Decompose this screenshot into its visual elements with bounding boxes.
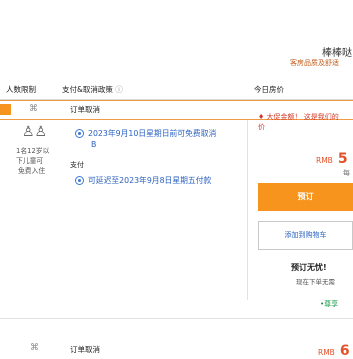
column-payment-policy: 支付&取消政策 ⓘ bbox=[62, 84, 123, 95]
hotel-rating-title: 棒棒哒 bbox=[322, 48, 352, 59]
price-currency: RMB bbox=[316, 156, 333, 165]
column-payment-policy-label: 支付&取消政策 bbox=[62, 85, 113, 94]
price-column-divider bbox=[247, 120, 248, 300]
guests-icon: ♙♙ bbox=[22, 124, 48, 140]
free-cancel-text[interactable]: 2023年9月10日星期日前可免费取消 bbox=[88, 128, 216, 139]
room-divider bbox=[0, 318, 353, 319]
column-occupancy: 人数限制 bbox=[6, 85, 36, 94]
room-price: RMB 5 bbox=[316, 148, 348, 167]
add-to-cart-button[interactable]: 添加到购物车 bbox=[258, 221, 353, 250]
capacity-line-2: 下儿童可 bbox=[16, 157, 44, 165]
price-per-night: 每 bbox=[343, 169, 350, 177]
info-icon[interactable]: ⓘ bbox=[115, 85, 123, 94]
promo-tag-sub: 价 bbox=[258, 123, 265, 131]
capacity-line-1: 1名12岁以 bbox=[16, 147, 50, 155]
bed-icon-2: ⌘ bbox=[30, 343, 39, 353]
promo-tag-text: ♦ 大促金额！ 这是我们的 bbox=[258, 113, 339, 121]
hotel-rating-subtitle: 客房品质及舒适 bbox=[290, 59, 339, 67]
pay-later-text[interactable]: 可延迟至2023年9月8日星期五付款 bbox=[88, 175, 211, 186]
room-name[interactable]: 订单取消 bbox=[70, 104, 100, 115]
cancel-marker: B bbox=[91, 140, 97, 149]
no-worry-title: 预订无忧! bbox=[291, 263, 327, 272]
room-name-2[interactable]: 订单取消 bbox=[70, 344, 100, 355]
book-button[interactable]: 预订 bbox=[258, 183, 353, 211]
capacity-line-3: 免费入住 bbox=[18, 167, 46, 175]
cancel-option-radio[interactable] bbox=[75, 129, 84, 138]
column-today-price: 今日房价 bbox=[254, 85, 284, 94]
selected-room-marker bbox=[0, 104, 11, 115]
promo-tag: ♦ 大促金额！ 这是我们的 价 bbox=[258, 112, 339, 132]
price-value-2: 6 bbox=[339, 343, 350, 359]
no-worry-subtitle: 现在下单无需 bbox=[296, 278, 335, 286]
pay-option-radio[interactable] bbox=[75, 176, 84, 185]
price-value: 5 bbox=[337, 151, 348, 167]
vip-badge: •尊享 bbox=[320, 300, 339, 308]
bed-icon: ⌘ bbox=[29, 104, 38, 114]
room-price-2: RMB 6 bbox=[318, 340, 350, 359]
pay-label: 支付 bbox=[70, 161, 84, 169]
